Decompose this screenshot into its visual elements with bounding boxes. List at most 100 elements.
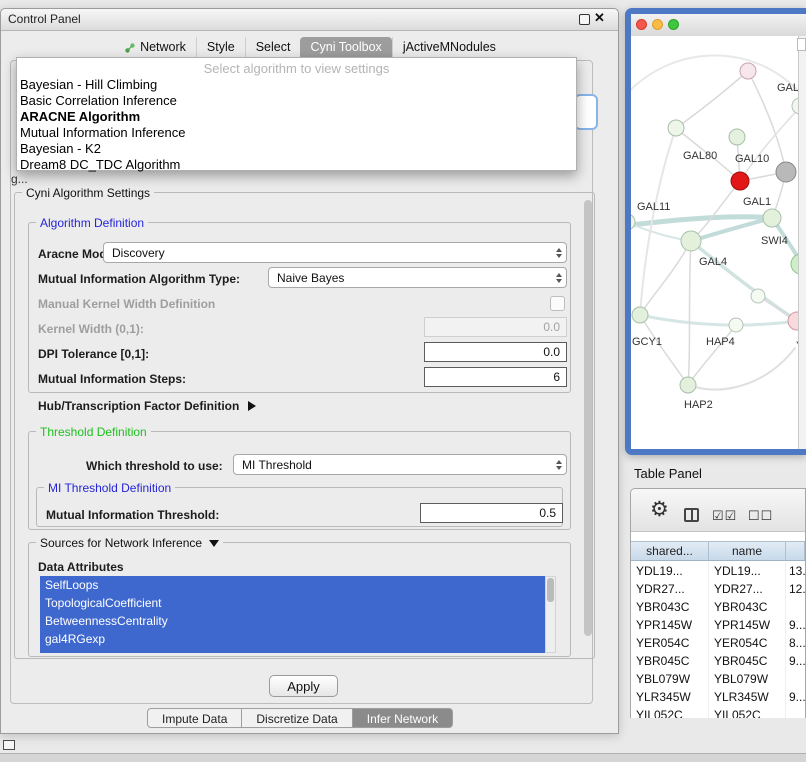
table-row[interactable]: YBL079WYBL079W bbox=[631, 670, 805, 688]
hub-definition-label: Hub/Transcription Factor Definition bbox=[38, 399, 239, 413]
minimized-window-icon[interactable] bbox=[3, 740, 15, 750]
gear-icon[interactable]: ⚙ bbox=[650, 497, 669, 522]
table-row[interactable]: YER054CYER054C8... bbox=[631, 634, 805, 652]
mi-steps-input[interactable]: 6 bbox=[424, 367, 567, 387]
cyni-settings-title: Cyni Algorithm Settings bbox=[22, 186, 154, 200]
network-node[interactable] bbox=[763, 209, 781, 227]
table-cell bbox=[786, 706, 805, 718]
tab-style[interactable]: Style bbox=[196, 37, 245, 58]
bottom-tab-impute-data[interactable]: Impute Data bbox=[147, 708, 242, 728]
kernel-width-input: 0.0 bbox=[424, 317, 567, 337]
table-row[interactable]: YDR27...YDR27...12... bbox=[631, 580, 805, 598]
table-row[interactable]: YBR045CYBR045C9... bbox=[631, 652, 805, 670]
node-label: GAL10 bbox=[735, 153, 769, 165]
network-edge bbox=[688, 348, 795, 390]
select-all-icon[interactable]: ☑☑ bbox=[712, 508, 737, 524]
minimize-traffic-light[interactable] bbox=[652, 19, 663, 30]
node-label: HAP4 bbox=[706, 336, 735, 348]
node-label: GAL11 bbox=[637, 201, 670, 213]
tab-label: Style bbox=[207, 37, 235, 58]
network-node[interactable] bbox=[751, 289, 765, 303]
desktop: Control Panel ✕ NetworkStyleSelectCyni T… bbox=[0, 0, 806, 762]
dpi-tolerance-input[interactable]: 0.0 bbox=[424, 342, 567, 362]
aracne-mode-select[interactable]: Discovery bbox=[103, 242, 567, 263]
network-node[interactable] bbox=[668, 120, 684, 136]
network-node[interactable] bbox=[729, 318, 743, 332]
zoom-traffic-light[interactable] bbox=[668, 19, 679, 30]
node-label: GAL80 bbox=[683, 150, 717, 162]
column-header[interactable]: shared... bbox=[631, 542, 709, 560]
settings-scrollbar[interactable] bbox=[584, 200, 592, 636]
which-threshold-select[interactable]: MI Threshold bbox=[233, 454, 567, 475]
node-label: SWI4 bbox=[761, 235, 788, 247]
table-header: shared...name bbox=[631, 541, 805, 561]
network-node[interactable] bbox=[776, 162, 796, 182]
network-node[interactable] bbox=[731, 172, 749, 190]
manual-kernel-checkbox[interactable] bbox=[550, 296, 565, 311]
network-edge bbox=[640, 315, 797, 325]
columns-icon[interactable] bbox=[684, 508, 699, 522]
mi-type-select[interactable]: Naive Bayes bbox=[268, 267, 567, 288]
partial-label: g... bbox=[11, 172, 28, 186]
dpi-tolerance-label: DPI Tolerance [0,1]: bbox=[38, 347, 149, 361]
deselect-all-icon[interactable]: ☐☐ bbox=[748, 508, 773, 524]
table-row[interactable]: YBR043CYBR043C bbox=[631, 598, 805, 616]
attribute-list-scroll-thumb[interactable] bbox=[547, 578, 554, 602]
table-row[interactable]: YLR345WYLR345W9... bbox=[631, 688, 805, 706]
data-attributes-label: Data Attributes bbox=[38, 560, 124, 574]
network-node[interactable] bbox=[740, 63, 756, 79]
column-header[interactable] bbox=[786, 542, 805, 560]
list-item[interactable]: gal4RGexp bbox=[40, 630, 545, 648]
table-cell: YDL19... bbox=[709, 562, 786, 580]
mi-type-label: Mutual Information Algorithm Type: bbox=[38, 272, 240, 286]
algorithm-option[interactable]: Mutual Information Inference bbox=[17, 125, 576, 141]
expand-arrow-icon[interactable] bbox=[248, 401, 256, 411]
algorithm-option[interactable]: Bayesian - K2 bbox=[17, 141, 576, 157]
close-traffic-light[interactable] bbox=[636, 19, 647, 30]
close-icon[interactable]: ✕ bbox=[594, 10, 605, 26]
network-edge bbox=[691, 218, 772, 241]
tab-network[interactable]: Network bbox=[114, 37, 196, 58]
network-node[interactable] bbox=[680, 377, 696, 393]
bottom-tab-discretize-data[interactable]: Discretize Data bbox=[242, 708, 352, 728]
bottom-tab-infer-network[interactable]: Infer Network bbox=[353, 708, 453, 728]
list-item-partial[interactable] bbox=[40, 648, 545, 653]
tab-select[interactable]: Select bbox=[245, 37, 301, 58]
network-scroll-button[interactable] bbox=[797, 38, 806, 51]
network-node[interactable] bbox=[681, 231, 701, 251]
node-label: HAP2 bbox=[684, 399, 713, 411]
table-row[interactable]: YPR145WYPR145W9... bbox=[631, 616, 805, 634]
tab-jactivemnodules[interactable]: jActiveMNodules bbox=[392, 37, 506, 58]
control-panel-titlebar[interactable] bbox=[1, 9, 618, 31]
network-edge bbox=[640, 315, 688, 385]
list-item[interactable]: BetweennessCentrality bbox=[40, 612, 545, 630]
network-node[interactable] bbox=[729, 129, 745, 145]
hub-definition-expander[interactable]: Hub/Transcription Factor Definition bbox=[38, 399, 256, 413]
table-cell: YDL19... bbox=[631, 562, 709, 580]
network-scrollbar[interactable] bbox=[798, 36, 806, 449]
table-cell: 9... bbox=[786, 688, 805, 706]
list-item[interactable]: TopologicalCoefficient bbox=[40, 594, 545, 612]
sources-group-title[interactable]: Sources for Network Inference bbox=[36, 536, 223, 550]
column-header[interactable]: name bbox=[709, 542, 786, 560]
algorithm-option[interactable]: Basic Correlation Inference bbox=[17, 93, 576, 109]
table-row[interactable]: YDL19...YDL19...13... bbox=[631, 562, 805, 580]
list-item[interactable]: SelfLoops bbox=[40, 576, 545, 594]
tab-cyni-toolbox[interactable]: Cyni Toolbox bbox=[300, 37, 391, 58]
algorithm-option[interactable]: Bayesian - Hill Climbing bbox=[17, 77, 576, 93]
float-window-icon[interactable] bbox=[579, 14, 590, 25]
network-node[interactable] bbox=[632, 307, 648, 323]
sources-title-label: Sources for Network Inference bbox=[40, 536, 202, 550]
table-cell: YBR045C bbox=[709, 652, 786, 670]
table-row[interactable]: YIL052CYIL052C bbox=[631, 706, 805, 718]
apply-button[interactable]: Apply bbox=[269, 675, 338, 697]
partial-focused-field[interactable] bbox=[574, 94, 598, 130]
algorithm-option[interactable]: ARACNE Algorithm bbox=[17, 109, 576, 125]
table-cell: YPR145W bbox=[631, 616, 709, 634]
network-canvas-svg[interactable]: GAL8GAL80GAL10GAL11GAL1SWI4GAL4GCY1HAP4H… bbox=[631, 36, 800, 449]
mi-threshold-input[interactable]: 0.5 bbox=[420, 503, 563, 523]
network-node[interactable] bbox=[631, 214, 635, 230]
table-body: YDL19...YDL19...13...YDR27...YDR27...12.… bbox=[631, 562, 805, 718]
collapse-arrow-icon[interactable] bbox=[209, 540, 219, 547]
algorithm-option[interactable]: Dream8 DC_TDC Algorithm bbox=[17, 157, 576, 173]
